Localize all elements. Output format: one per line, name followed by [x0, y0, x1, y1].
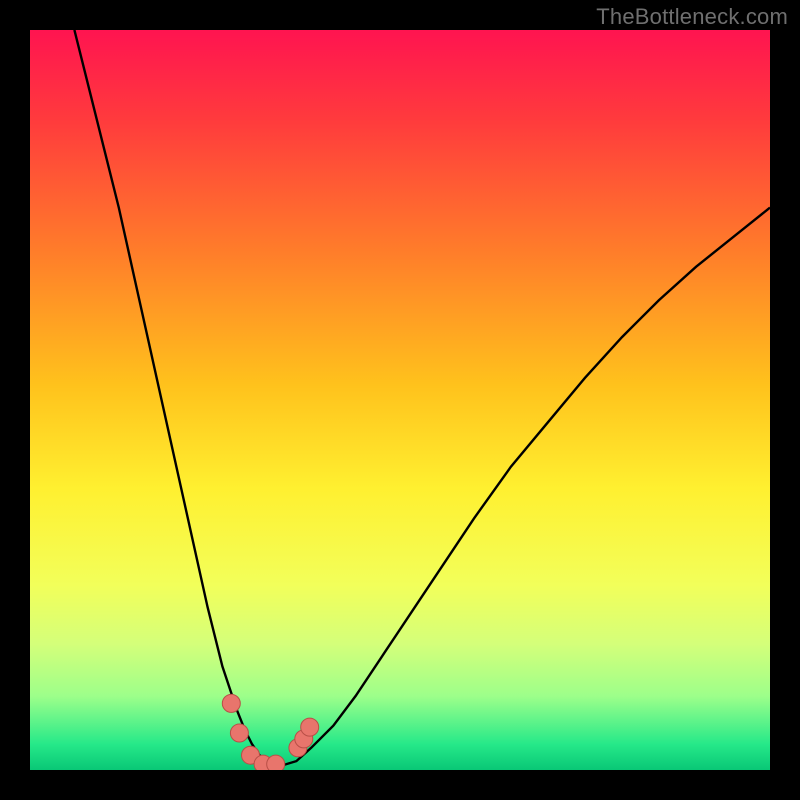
watermark-text: TheBottleneck.com	[596, 4, 788, 30]
data-marker	[267, 755, 285, 770]
plot-area	[30, 30, 770, 770]
gradient-background	[30, 30, 770, 770]
chart-svg	[30, 30, 770, 770]
data-marker	[230, 724, 248, 742]
data-marker	[301, 718, 319, 736]
data-marker	[222, 694, 240, 712]
chart-frame: TheBottleneck.com	[0, 0, 800, 800]
